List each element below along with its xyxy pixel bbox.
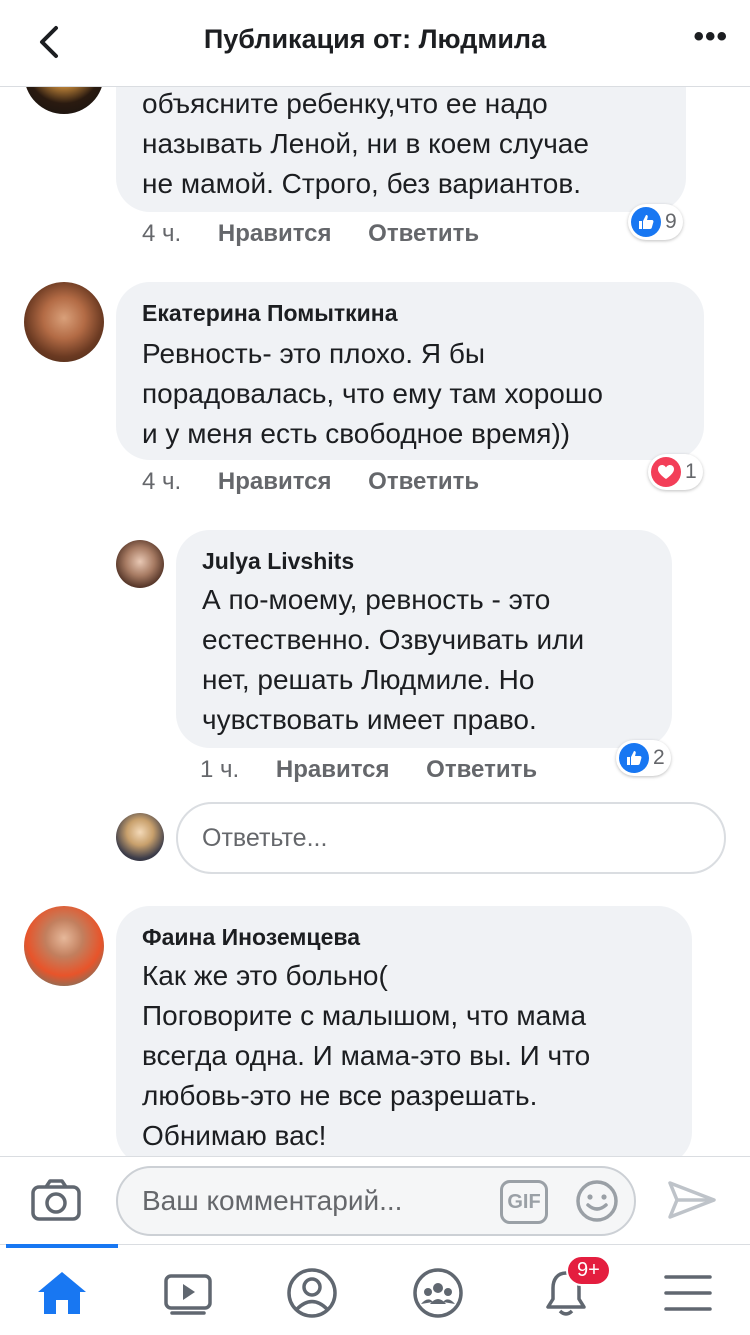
comment-text-line: называть Леной, ни в коем случае: [142, 128, 589, 159]
reaction-number: 2: [653, 746, 665, 769]
current-user-avatar: [116, 813, 164, 861]
home-icon: [38, 1272, 86, 1314]
love-reaction-icon: [651, 457, 681, 487]
comment-text-line: порадовалась, что ему там хорошо: [142, 378, 603, 409]
top-bar: Публикация от: Людмила •••: [0, 0, 750, 87]
comment-composer: Ваш комментарий... GIF: [0, 1156, 750, 1243]
comment-text-line: Поговорите с малышом, что мама: [142, 1000, 587, 1031]
profile-icon: [287, 1268, 337, 1318]
camera-icon[interactable]: [30, 1177, 82, 1223]
comment-text-line: любовь-это не все разрешать.: [142, 1080, 538, 1111]
comment-text-line: Обнимаю вас!: [142, 1120, 327, 1151]
like-reaction-icon: [631, 207, 661, 237]
send-icon[interactable]: [664, 1177, 720, 1223]
notifications-badge: 9+: [566, 1255, 611, 1286]
reaction-number: 1: [685, 460, 697, 483]
comment-time: 4 ч.: [142, 468, 182, 495]
comment-text-line: чувствовать имеет право.: [202, 704, 537, 735]
tab-video[interactable]: [158, 1265, 218, 1321]
page-title: Публикация от: Людмила: [203, 24, 547, 54]
comment-text-line: и у меня есть свободное время)): [142, 418, 571, 449]
menu-icon: [664, 1275, 712, 1311]
comment-placeholder: Ваш комментарий...: [142, 1185, 403, 1216]
avatar[interactable]: [24, 282, 104, 362]
like-link[interactable]: Нравится: [218, 468, 332, 495]
avatar[interactable]: [24, 906, 104, 986]
bottom-tab-bar: 9+: [0, 1244, 750, 1335]
comment-bubble: Фаина Иноземцева Как же это больно( Пого…: [116, 906, 692, 1166]
tab-profile[interactable]: [282, 1265, 342, 1321]
like-link[interactable]: Нравится: [218, 220, 332, 247]
comment-text-line: всегда одна. И мама-это вы. И что: [142, 1040, 591, 1071]
comment-author[interactable]: Екатерина Помыткина: [142, 300, 398, 327]
comment-author[interactable]: Фаина Иноземцева: [142, 924, 360, 951]
groups-icon: [413, 1268, 463, 1318]
reply-link[interactable]: Ответить: [426, 756, 537, 783]
like-reaction-icon: [619, 743, 649, 773]
reply-input[interactable]: Ответьте...: [176, 802, 726, 874]
tab-groups[interactable]: [408, 1265, 468, 1321]
reaction-number: 9: [665, 210, 677, 233]
tab-menu[interactable]: [658, 1265, 718, 1321]
comment-input[interactable]: Ваш комментарий... GIF: [116, 1166, 636, 1236]
comment-author[interactable]: Julya Livshits: [202, 548, 354, 575]
gif-label: GIF: [507, 1190, 541, 1213]
comment-text-line: естественно. Озвучивать или: [202, 624, 585, 655]
comment-time: 1 ч.: [200, 756, 240, 783]
reaction-count[interactable]: 1: [648, 454, 703, 490]
emoji-icon[interactable]: [574, 1178, 620, 1224]
comment-text-line: объясните ребенку,что ее надо: [142, 88, 548, 119]
comment-time: 4 ч.: [142, 220, 182, 247]
tab-home[interactable]: [32, 1265, 92, 1321]
active-tab-indicator: [6, 1244, 118, 1248]
reply-link[interactable]: Ответить: [368, 220, 479, 247]
comment-bubble: Julya Livshits А по-моему, ревность - эт…: [176, 530, 672, 748]
comment-text-line: не мамой. Строго, без вариантов.: [142, 168, 581, 199]
reaction-count[interactable]: 9: [628, 204, 683, 240]
comment-text-line: А по-моему, ревность - это: [202, 584, 551, 615]
gif-icon[interactable]: GIF: [500, 1180, 548, 1224]
video-icon: [164, 1274, 212, 1315]
reaction-count[interactable]: 2: [616, 740, 671, 776]
avatar[interactable]: [116, 540, 164, 588]
comment-text-line: Как же это больно(: [142, 960, 388, 991]
reply-placeholder: Ответьте...: [202, 823, 328, 852]
reply-link[interactable]: Ответить: [368, 468, 479, 495]
comment-text-line: нет, решать Людмиле. Но: [202, 664, 535, 695]
more-icon[interactable]: •••: [693, 20, 728, 54]
like-link[interactable]: Нравится: [276, 756, 390, 783]
comment-text-line: Ревность- это плохо. Я бы: [142, 338, 486, 369]
comment-bubble: Екатерина Помыткина Ревность- это плохо.…: [116, 282, 704, 460]
